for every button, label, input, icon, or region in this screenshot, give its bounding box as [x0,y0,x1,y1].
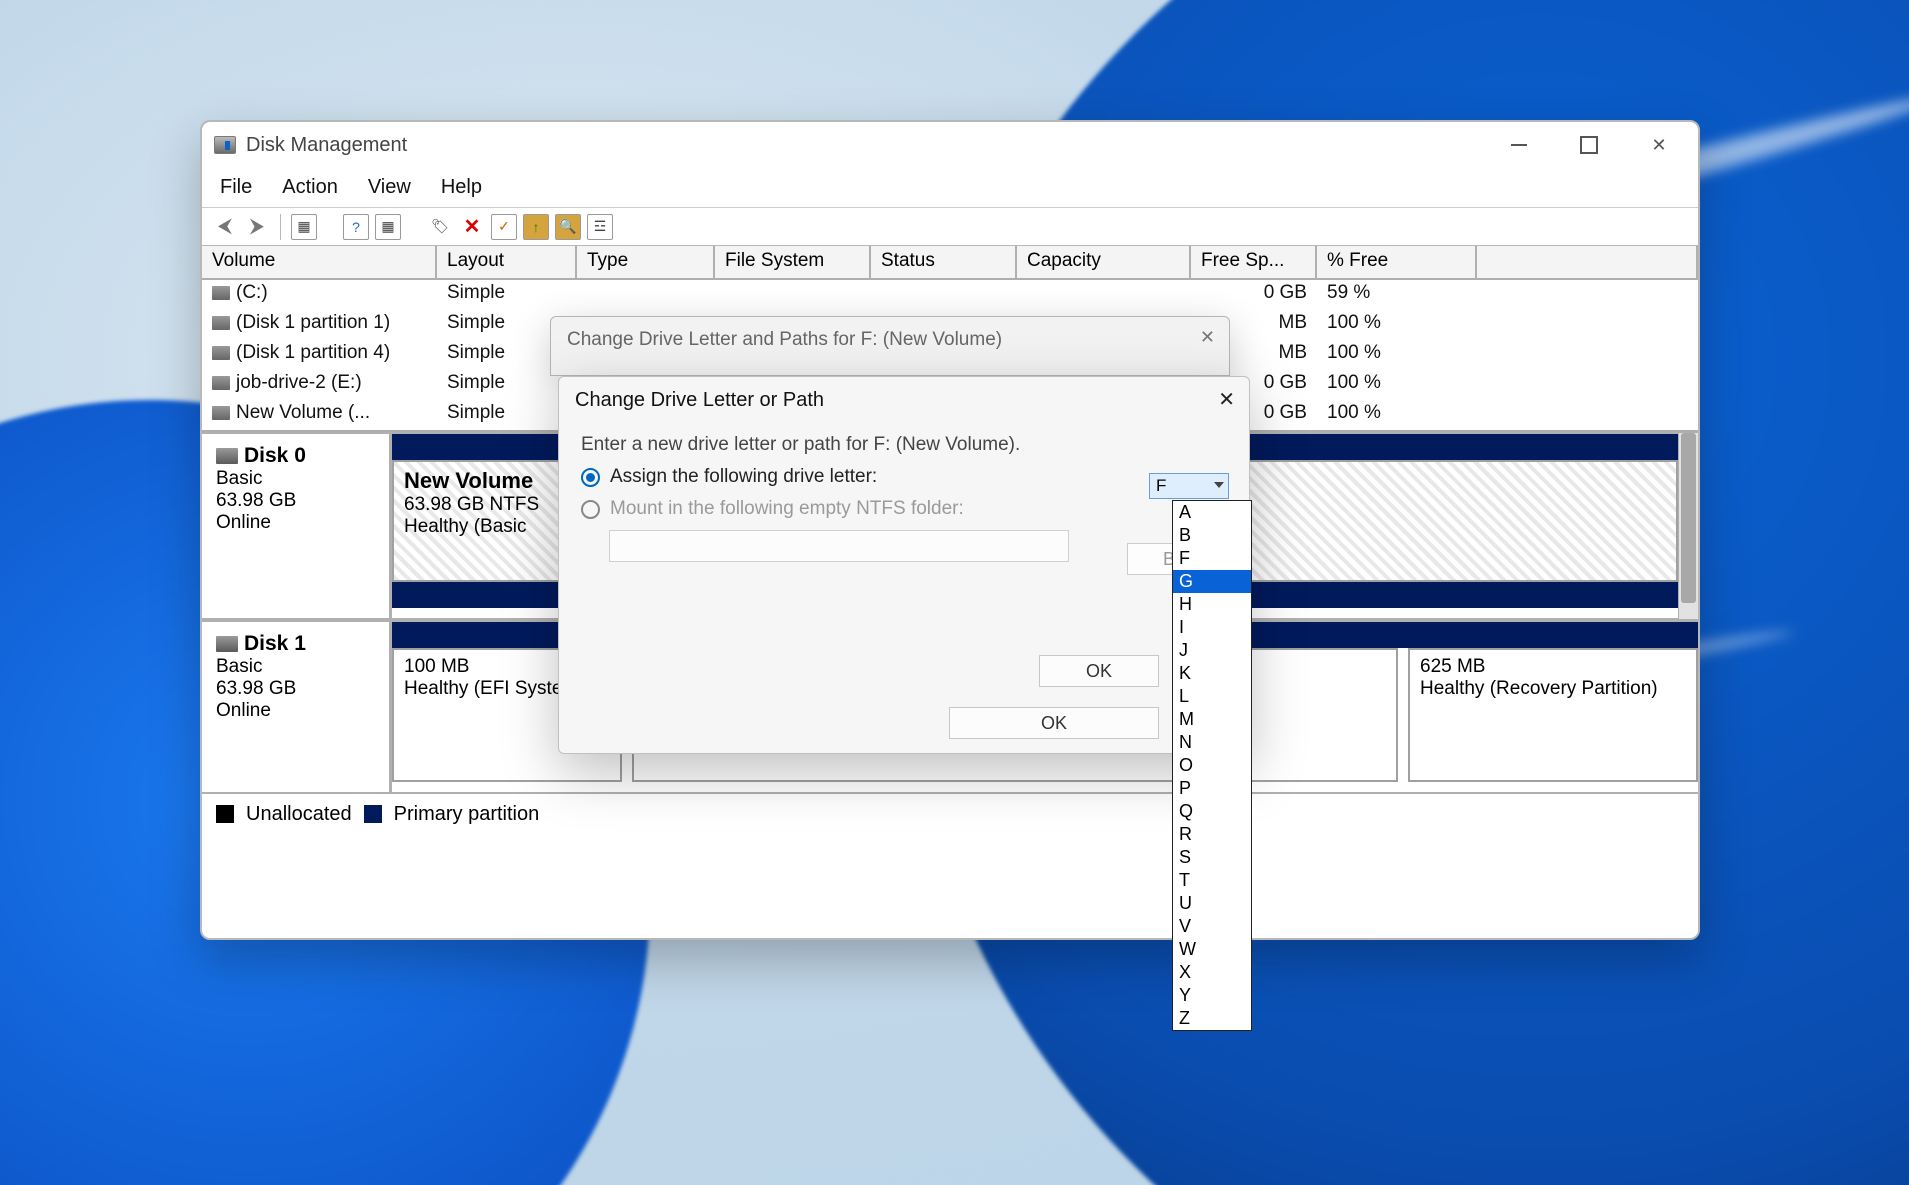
disk1-partition-3[interactable]: 625 MB Healthy (Recovery Partition) [1408,648,1698,782]
ok-button-outer[interactable]: OK [949,707,1159,739]
forward-button[interactable]: ⮞ [244,214,270,240]
drive-icon [212,406,230,420]
disk-icon [216,636,238,652]
dropdown-option[interactable]: B [1173,524,1251,547]
window-title: Disk Management [246,134,407,157]
dropdown-option[interactable]: V [1173,915,1251,938]
toolbar-list-icon[interactable]: ☲ [587,214,613,240]
dialog-change-paths: Change Drive Letter and Paths for F: (Ne… [550,316,1230,376]
toolbar-up-icon[interactable]: ↑ [523,214,549,240]
col-freespace[interactable]: Free Sp... [1191,246,1317,278]
dropdown-option[interactable]: A [1173,501,1251,524]
dropdown-option[interactable]: X [1173,961,1251,984]
col-volume[interactable]: Volume [202,246,437,278]
maximize-button[interactable] [1572,128,1606,162]
dialog2-close-icon[interactable]: ✕ [1218,387,1235,412]
dropdown-option[interactable]: N [1173,731,1251,754]
dropdown-option[interactable]: T [1173,869,1251,892]
dropdown-option[interactable]: G [1173,570,1251,593]
volume-row[interactable]: (C:) Simple 0 GB 59 % [202,280,1698,310]
drive-icon [212,286,230,300]
toolbar-delete-icon[interactable]: ✕ [459,214,485,240]
dropdown-option[interactable]: F [1173,547,1251,570]
drive-icon [212,316,230,330]
mount-path-input[interactable] [609,530,1069,562]
ok-button[interactable]: OK [1039,655,1159,687]
menu-file[interactable]: File [220,176,252,199]
dropdown-option[interactable]: L [1173,685,1251,708]
dropdown-option[interactable]: J [1173,639,1251,662]
legend-unalloc-label: Unallocated [246,803,352,826]
dropdown-option[interactable]: M [1173,708,1251,731]
app-icon [214,136,236,154]
toolbar: ⮜ ⮞ ▦ ? ▦ 🏷 ✕ ✓ ↑ 🔍 ☲ [202,208,1698,246]
toolbar-check-icon[interactable]: ✓ [491,214,517,240]
mount-label: Mount in the following empty NTFS folder… [610,498,964,520]
dropdown-option[interactable]: R [1173,823,1251,846]
menu-help[interactable]: Help [441,176,482,199]
minimize-button[interactable] [1502,128,1536,162]
drive-icon [212,376,230,390]
legend-unalloc-swatch [216,805,234,823]
menu-view[interactable]: View [368,176,411,199]
drive-letter-combo[interactable]: F [1149,473,1229,499]
dropdown-option[interactable]: O [1173,754,1251,777]
dropdown-option[interactable]: W [1173,938,1251,961]
dialog-change-drive-letter: Change Drive Letter or Path ✕ Enter a ne… [558,376,1250,754]
vol-name: New Volume (... [236,402,370,423]
combo-value: F [1156,476,1166,496]
menubar: File Action View Help [202,168,1698,208]
vol-name: (Disk 1 partition 4) [236,342,390,363]
menu-action[interactable]: Action [282,176,338,199]
radio-assign-letter[interactable] [581,468,600,487]
disk-scrollbar[interactable] [1678,433,1698,619]
col-type[interactable]: Type [577,246,715,278]
dropdown-option[interactable]: H [1173,593,1251,616]
dialog2-prompt: Enter a new drive letter or path for F: … [581,434,1227,456]
column-headers: Volume Layout Type File System Status Ca… [202,246,1698,280]
vol-name: (C:) [236,282,268,303]
drive-icon [212,346,230,360]
vol-name: (Disk 1 partition 1) [236,312,390,333]
toolbar-search-icon[interactable]: 🔍 [555,214,581,240]
dialog1-title: Change Drive Letter and Paths for F: (Ne… [551,317,1229,363]
legend-primary-label: Primary partition [394,803,540,826]
dropdown-option[interactable]: P [1173,777,1251,800]
col-filesystem[interactable]: File System [715,246,871,278]
toolbar-grid-icon[interactable]: ▦ [291,214,317,240]
dropdown-option[interactable]: S [1173,846,1251,869]
col-layout[interactable]: Layout [437,246,577,278]
close-button[interactable] [1642,128,1676,162]
disk1-meta[interactable]: Disk 1 Basic 63.98 GB Online [202,622,392,792]
radio-mount-folder[interactable] [581,500,600,519]
back-button[interactable]: ⮜ [212,214,238,240]
toolbar-tag-icon[interactable]: 🏷 [427,214,453,240]
toolbar-refresh-icon[interactable]: ▦ [375,214,401,240]
col-capacity[interactable]: Capacity [1017,246,1191,278]
assign-label: Assign the following drive letter: [610,466,877,488]
legend: Unallocated Primary partition [202,794,1698,834]
titlebar: Disk Management [202,122,1698,168]
dropdown-option[interactable]: I [1173,616,1251,639]
dropdown-option[interactable]: Z [1173,1007,1251,1030]
dropdown-option[interactable]: Y [1173,984,1251,1007]
disk0-meta[interactable]: Disk 0 Basic 63.98 GB Online [202,434,392,618]
dropdown-option[interactable]: K [1173,662,1251,685]
dialog2-title: Change Drive Letter or Path [559,377,1249,424]
legend-primary-swatch [364,805,382,823]
disk-icon [216,448,238,464]
chevron-down-icon [1214,482,1224,488]
col-pctfree[interactable]: % Free [1317,246,1477,278]
vol-name: job-drive-2 (E:) [236,372,362,393]
drive-letter-dropdown[interactable]: ABFGHIJKLMNOPQRSTUVWXYZ [1172,500,1252,1031]
dialog1-close-icon[interactable]: ✕ [1200,327,1215,348]
col-status[interactable]: Status [871,246,1017,278]
dropdown-option[interactable]: Q [1173,800,1251,823]
dropdown-option[interactable]: U [1173,892,1251,915]
toolbar-help-icon[interactable]: ? [343,214,369,240]
